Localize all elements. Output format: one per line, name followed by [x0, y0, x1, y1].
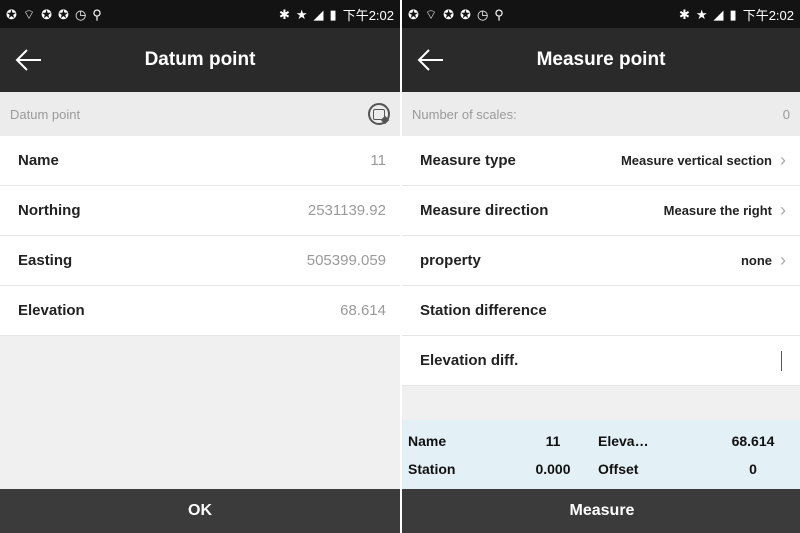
row-value: Measure vertical section: [620, 153, 772, 168]
signal-icon: ◢: [313, 6, 324, 22]
clock-icon: ◷: [74, 6, 87, 22]
sync-icon: ✪: [460, 6, 471, 22]
star-icon: ★: [695, 6, 708, 22]
scales-header: Number of scales: 0: [402, 92, 800, 136]
status-time: 下午2:02: [342, 7, 394, 23]
chevron-right-icon: ›: [780, 250, 786, 270]
field-easting[interactable]: Easting 505399.059: [0, 236, 400, 286]
measure-point-screen: ✪ ⌔ ✪ ✪ ◷ ⚲ ✱ ★ ◢ ▮ 下午2:02 Measure point…: [400, 0, 800, 533]
field-label: Northing: [18, 202, 81, 219]
sync-icon: ✪: [408, 6, 419, 22]
status-bar: ✪ ⌔ ✪ ✪ ◷ ⚲ ✱ ★ ◢ ▮ 下午2:02: [0, 0, 400, 28]
row-label: Measure type: [420, 152, 516, 169]
scales-value: 0: [782, 106, 790, 122]
row-label: Elevation diff.: [420, 352, 519, 369]
info-name-label: Name: [408, 433, 447, 449]
bluetooth-icon: ✱: [678, 6, 690, 22]
measure-type-row[interactable]: Measure type Measure vertical section ›: [402, 136, 800, 186]
app-bar: Datum point: [0, 28, 400, 92]
bluetooth-icon: ✱: [278, 6, 290, 22]
info-offset-value: 0: [749, 461, 757, 477]
row-value: none: [740, 253, 772, 268]
battery-icon: ▮: [329, 6, 337, 22]
field-northing[interactable]: Northing 2531139.92: [0, 186, 400, 236]
back-arrow-icon[interactable]: [416, 46, 446, 74]
location-icon: ⚲: [494, 6, 504, 22]
row-label: Measure direction: [420, 202, 549, 219]
wifi-icon: ⌔: [22, 6, 36, 22]
sync-icon: ✪: [6, 6, 17, 22]
field-label: Elevation: [18, 302, 85, 319]
sync-icon: ✪: [41, 6, 53, 22]
field-value: 505399.059: [306, 252, 386, 269]
property-row[interactable]: property none ›: [402, 236, 800, 286]
chevron-right-icon: ›: [780, 150, 786, 170]
star-icon: ★: [295, 6, 308, 22]
wifi-icon: ⌔: [424, 6, 438, 22]
row-label: property: [420, 252, 481, 269]
row-label: Station difference: [420, 302, 547, 319]
sync-icon: ✪: [58, 6, 69, 22]
field-value: 2531139.92: [307, 202, 386, 219]
info-offset-label: Offset: [598, 461, 639, 477]
location-icon: ⚲: [92, 6, 102, 22]
field-label: Easting: [18, 252, 73, 269]
chevron-right-icon: ›: [780, 200, 786, 220]
page-title: Measure point: [536, 49, 666, 70]
info-elevation-label: Eleva…: [598, 433, 649, 449]
section-label: Datum point: [10, 106, 81, 122]
section-header: Datum point: [0, 92, 400, 136]
info-elevation-value: 68.614: [731, 433, 775, 449]
field-value: 11: [370, 152, 386, 169]
field-value: 68.614: [340, 302, 386, 319]
clock-icon: ◷: [476, 6, 489, 22]
info-station-label: Station: [408, 461, 456, 477]
field-label: Name: [18, 152, 59, 169]
datum-point-screen: ✪ ⌔ ✪ ✪ ◷ ⚲ ✱ ★ ◢ ▮ 下午2:02 Datum point D…: [0, 0, 400, 533]
back-arrow-icon[interactable]: [14, 46, 44, 74]
app-bar: Measure point: [402, 28, 800, 92]
sync-icon: ✪: [443, 6, 455, 22]
elevation-diff-row[interactable]: Elevation diff.: [402, 336, 800, 386]
point-info-panel: Name 11 Eleva… 68.614 Station 0.000 Offs…: [402, 420, 800, 490]
page-title: Datum point: [144, 49, 256, 70]
measure-button[interactable]: Measure: [402, 489, 800, 533]
info-station-value: 0.000: [535, 461, 571, 477]
measure-direction-row[interactable]: Measure direction Measure the right ›: [402, 186, 800, 236]
battery-icon: ▮: [729, 6, 737, 22]
station-difference-row[interactable]: Station difference: [402, 286, 800, 336]
signal-icon: ◢: [713, 6, 724, 22]
field-elevation[interactable]: Elevation 68.614: [0, 286, 400, 336]
scales-label: Number of scales:: [412, 106, 517, 122]
status-time: 下午2:02: [742, 7, 794, 23]
field-name[interactable]: Name 11: [0, 136, 400, 186]
capture-point-icon[interactable]: [368, 103, 390, 125]
status-bar: ✪ ⌔ ✪ ✪ ◷ ⚲ ✱ ★ ◢ ▮ 下午2:02: [402, 0, 800, 28]
ok-button[interactable]: OK: [0, 489, 400, 533]
text-cursor: [781, 350, 782, 371]
row-value: Measure the right: [663, 203, 772, 218]
info-name-value: 11: [545, 433, 561, 449]
